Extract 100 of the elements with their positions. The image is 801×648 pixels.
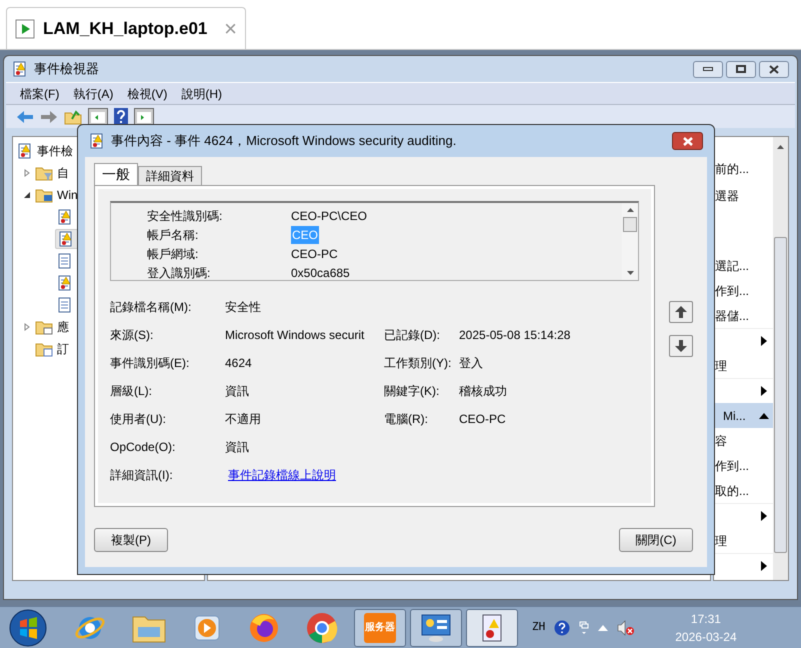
action-item[interactable]: 取的... <box>715 482 750 500</box>
media-player-icon[interactable] <box>192 612 222 642</box>
tree-item[interactable]: 自 <box>57 164 69 182</box>
help-icon[interactable] <box>554 620 570 636</box>
field-value: 稽核成功 <box>459 383 507 400</box>
action-item[interactable]: 前的... <box>715 160 750 178</box>
language-indicator[interactable]: ZH <box>532 619 546 636</box>
log-icon <box>57 297 73 313</box>
expand-icon[interactable] <box>23 323 31 331</box>
warning-log-icon <box>57 275 73 291</box>
action-item[interactable]: 選記... <box>715 256 750 274</box>
action-item[interactable]: 作到... <box>715 282 750 300</box>
event-viewer-icon <box>12 61 28 77</box>
tab[interactable]: 一般 <box>94 163 138 185</box>
minimize-button[interactable] <box>693 60 723 78</box>
clock-time: 17:31 <box>690 610 721 628</box>
event-viewer-icon <box>17 143 33 159</box>
submenu-arrow-icon[interactable] <box>761 386 767 396</box>
close-button[interactable]: 關閉(C) <box>619 528 693 552</box>
action-item[interactable]: 容 <box>715 432 727 450</box>
event-viewer-icon <box>481 612 503 642</box>
window-title: 事件檢視器 <box>34 60 99 78</box>
field-label: 記錄檔名稱(M): <box>110 299 192 316</box>
menu-item[interactable]: 說明(H) <box>181 84 222 102</box>
field-value: 資訊 <box>225 383 250 400</box>
field-label: 關鍵字(K): <box>384 383 440 400</box>
description-value: CEO <box>291 226 320 244</box>
start-button[interactable] <box>8 608 48 648</box>
action-item[interactable]: 作到... <box>715 456 750 474</box>
panel-icon[interactable] <box>88 108 108 126</box>
restore-button[interactable] <box>726 60 756 78</box>
field-value: Microsoft Windows securit <box>225 327 366 344</box>
close-button[interactable] <box>759 60 789 78</box>
description-label: 登入識別碼: <box>147 264 212 280</box>
description-value: CEO-PC <box>291 246 338 262</box>
menu-item[interactable]: 檔案(F) <box>20 84 60 102</box>
tree-item[interactable]: 事件檢 <box>37 142 73 160</box>
dialog-title: 事件內容 - 事件 4624，Microsoft Windows security auditing. <box>111 132 456 150</box>
up-arrow-icon <box>675 306 687 318</box>
filter-folder-icon <box>35 165 53 181</box>
tree-item[interactable]: Win <box>57 186 78 204</box>
event-viewer-icon <box>89 133 105 149</box>
field-value: 資訊 <box>225 439 250 456</box>
control-panel-icon <box>420 612 452 642</box>
help-link[interactable]: 事件記錄檔線上說明 <box>228 466 336 484</box>
folder-icon <box>35 319 53 335</box>
description-value: 0x50ca685 <box>291 264 350 280</box>
tree-item[interactable]: 應 <box>57 318 69 336</box>
previous-event-button[interactable] <box>669 301 693 323</box>
browser-icon[interactable] <box>306 612 338 644</box>
description-label: 帳戶名稱: <box>147 226 200 244</box>
field-label: 使用者(U): <box>110 411 167 428</box>
expand-icon[interactable] <box>23 169 31 177</box>
tab[interactable]: 詳細資料 <box>138 166 202 185</box>
scroll-thumb[interactable] <box>623 216 637 232</box>
taskbar-button[interactable] <box>410 608 462 646</box>
scroll-up-icon[interactable] <box>777 145 784 149</box>
field-value: 安全性 <box>225 299 262 316</box>
taskbar-button[interactable] <box>466 608 518 646</box>
warning-log-icon <box>57 209 73 225</box>
help-icon[interactable] <box>114 108 128 126</box>
close-icon <box>682 136 692 146</box>
section-header[interactable]: Mi... <box>715 403 773 428</box>
scroll-down-icon[interactable] <box>626 270 634 275</box>
collapse-icon[interactable] <box>23 191 31 199</box>
next-event-button[interactable] <box>669 335 693 357</box>
scroll-thumb[interactable] <box>774 237 787 553</box>
close-icon <box>769 64 779 74</box>
submenu-arrow-icon[interactable] <box>761 511 767 521</box>
field-value: 不適用 <box>225 411 262 428</box>
file-tab-title: LAM_KH_laptop.e01 <box>43 18 208 40</box>
field-label: 詳細資訊(I): <box>110 467 174 484</box>
collapse-icon[interactable] <box>759 412 769 418</box>
menu-item[interactable]: 執行(A) <box>73 84 114 102</box>
folder-up-icon[interactable] <box>64 108 82 124</box>
action-item[interactable]: 理 <box>715 356 727 374</box>
tree-item[interactable]: 訂 <box>57 340 69 358</box>
forward-icon[interactable] <box>40 110 58 124</box>
action-item[interactable]: 器儲... <box>715 306 750 324</box>
computer-folder-icon <box>35 187 53 203</box>
file-tab[interactable]: LAM_KH_laptop.e01 × <box>6 7 246 49</box>
log-icon <box>57 253 73 269</box>
copy-button[interactable]: 複製(P) <box>94 528 168 552</box>
action-item[interactable]: 理 <box>715 532 727 550</box>
back-icon[interactable] <box>16 110 34 124</box>
menu-item[interactable]: 檢視(V) <box>127 84 168 102</box>
browser-icon[interactable] <box>248 612 280 644</box>
description-label: 安全性識別碼: <box>147 208 224 224</box>
panel-icon[interactable] <box>134 108 154 126</box>
close-button[interactable] <box>672 132 703 150</box>
field-value: 登入 <box>459 355 483 372</box>
action-item[interactable]: 選器 <box>715 186 739 204</box>
field-label: 工作類別(Y): <box>384 355 452 372</box>
submenu-arrow-icon[interactable] <box>761 336 767 346</box>
scroll-up-icon[interactable] <box>626 208 634 212</box>
muted-speaker-icon[interactable] <box>617 620 636 636</box>
description-value: CEO-PC\CEO <box>291 208 368 224</box>
warning-log-icon <box>58 231 74 247</box>
submenu-arrow-icon[interactable] <box>761 561 767 571</box>
calendar-folder-icon <box>35 341 53 357</box>
